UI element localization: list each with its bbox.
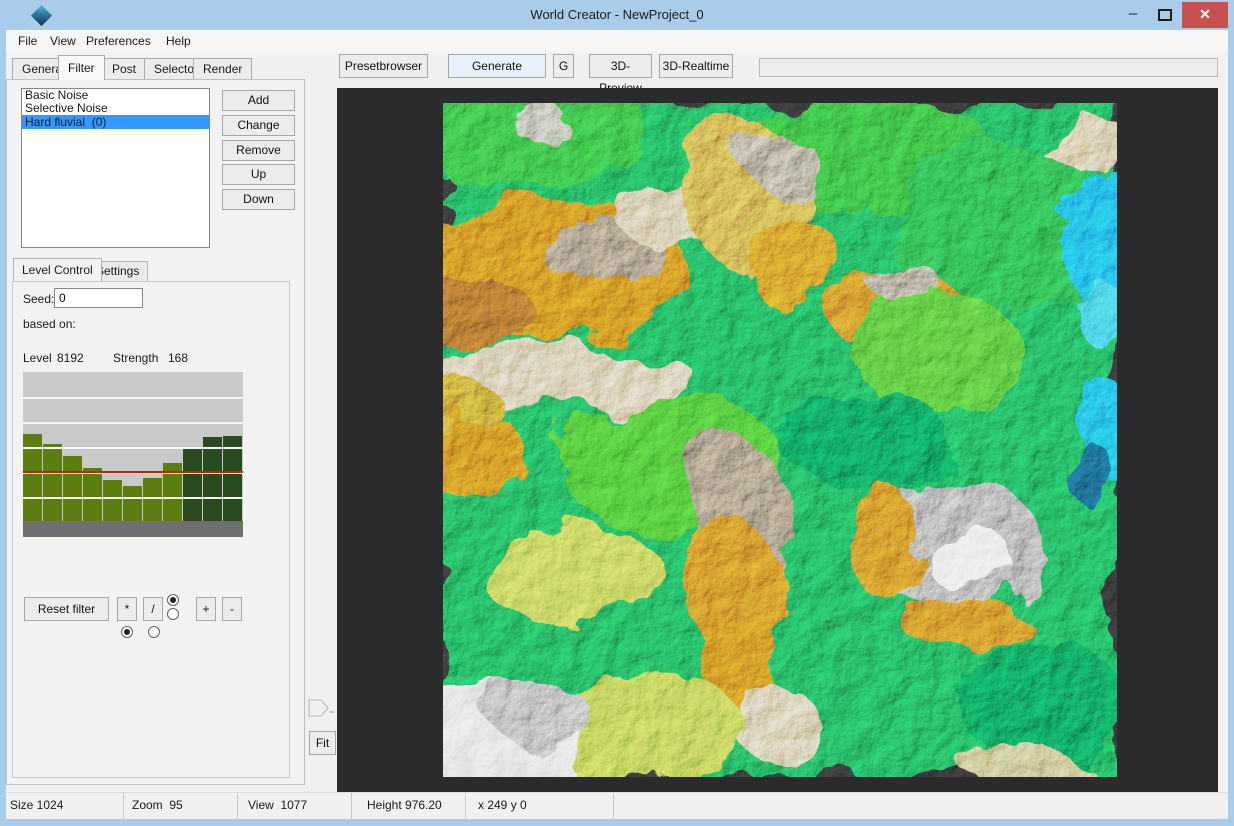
- change-button[interactable]: Change: [222, 115, 295, 136]
- menu-preferences[interactable]: Preferences: [82, 33, 155, 50]
- seed-input[interactable]: [54, 288, 143, 308]
- minus-button[interactable]: -: [222, 597, 242, 621]
- status-size: Size 1024: [10, 798, 63, 812]
- divide-button[interactable]: /: [143, 597, 163, 621]
- mode-radio-bottom[interactable]: [167, 608, 179, 620]
- status-cursor: x 249 y 0: [478, 798, 527, 812]
- histogram-area[interactable]: [23, 372, 243, 521]
- strength-label: Strength: [113, 351, 158, 365]
- mode-radio-top[interactable]: [167, 594, 179, 606]
- remove-button[interactable]: Remove: [222, 140, 295, 161]
- down-button[interactable]: Down: [222, 189, 295, 210]
- menu-view[interactable]: View: [46, 33, 80, 50]
- preview-3d-button[interactable]: 3D-Preview: [589, 54, 652, 78]
- level-value: 8192: [57, 351, 84, 365]
- status-separator: [465, 793, 466, 820]
- g-button[interactable]: G: [553, 54, 574, 78]
- based-on-label: based on:: [23, 317, 76, 331]
- window-border-left: [0, 30, 6, 826]
- up-button[interactable]: Up: [222, 164, 295, 185]
- strength-value: 168: [168, 351, 188, 365]
- splitter-collapse-arrow[interactable]: [308, 698, 334, 718]
- menubar: File View Preferences Help: [6, 30, 1228, 52]
- tab-post[interactable]: Post: [102, 58, 146, 80]
- status-height: Height 976.20: [367, 798, 442, 812]
- multiply-button[interactable]: *: [117, 597, 137, 621]
- status-zoom: Zoom 95: [132, 798, 183, 812]
- map-canvas[interactable]: [337, 88, 1218, 792]
- statusbar: Size 1024 Zoom 95 View 1077 Height 976.2…: [6, 792, 1228, 819]
- window-border-bottom: [0, 819, 1234, 826]
- level-label: Level: [23, 351, 52, 365]
- seed-label: Seed:: [23, 292, 54, 306]
- tab-render[interactable]: Render: [193, 58, 252, 80]
- progress-bar: [759, 58, 1218, 77]
- tab-filter[interactable]: Filter: [58, 55, 105, 80]
- histogram-footer: [23, 521, 243, 537]
- level-histogram-editor[interactable]: [23, 372, 243, 537]
- histogram-red-line: [23, 471, 243, 473]
- app-window: World Creator - NewProject_0 – ✕ File Vi…: [0, 0, 1234, 826]
- list-item[interactable]: Selective Noise: [22, 102, 209, 115]
- add-button[interactable]: Add: [222, 90, 295, 111]
- realtime-3d-button[interactable]: 3D-Realtime: [659, 54, 733, 78]
- close-button[interactable]: ✕: [1182, 2, 1228, 28]
- reset-filter-button[interactable]: Reset filter: [24, 597, 109, 621]
- status-separator: [351, 793, 352, 820]
- menu-file[interactable]: File: [14, 33, 41, 50]
- window-title: World Creator - NewProject_0: [0, 7, 1234, 22]
- window-border-right: [1228, 30, 1234, 826]
- status-view: View 1077: [248, 798, 307, 812]
- status-separator: [613, 793, 614, 820]
- filter-list[interactable]: Basic Noise Selective Noise Hard fluvial…: [21, 88, 210, 248]
- option-radio-left[interactable]: [121, 626, 133, 638]
- plus-button[interactable]: +: [196, 597, 216, 621]
- menu-help[interactable]: Help: [162, 33, 195, 50]
- tab-level-control[interactable]: Level Control: [13, 258, 102, 281]
- titlebar[interactable]: World Creator - NewProject_0 – ✕: [0, 0, 1234, 30]
- option-radio-right[interactable]: [148, 626, 160, 638]
- generate-button[interactable]: Generate: [448, 54, 546, 78]
- fit-button[interactable]: Fit: [309, 731, 336, 755]
- status-separator: [237, 793, 238, 820]
- terrain-preview-image[interactable]: [443, 103, 1117, 777]
- status-separator: [123, 793, 124, 820]
- maximize-icon: [1158, 9, 1172, 21]
- presetbrowser-button[interactable]: Presetbrowser: [339, 54, 428, 78]
- list-item-selected[interactable]: Hard fluvial (0): [22, 115, 209, 129]
- minimize-button[interactable]: –: [1118, 2, 1148, 28]
